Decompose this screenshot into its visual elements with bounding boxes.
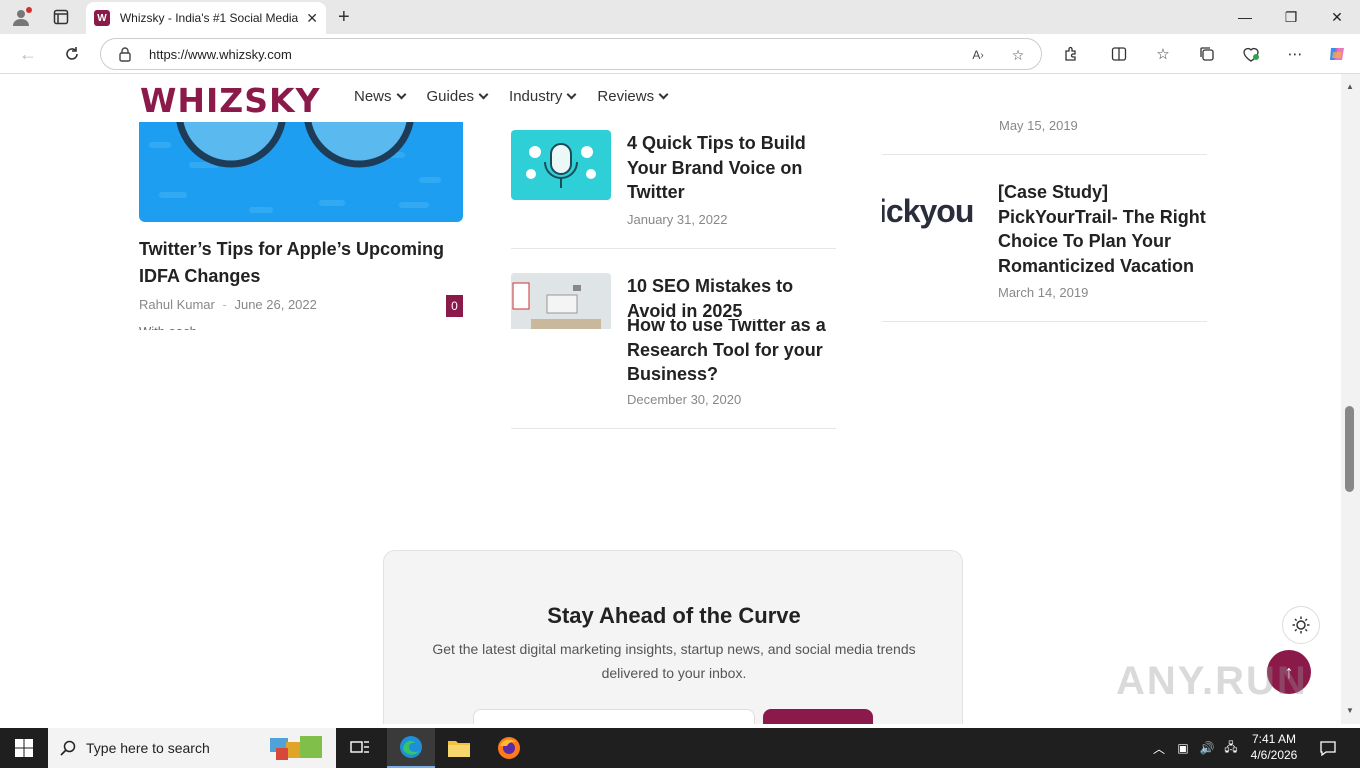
menu-item-reviews[interactable]: Reviews	[597, 88, 669, 105]
meet-now-icon[interactable]: ▣	[1174, 728, 1192, 768]
post-thumbnail[interactable]	[511, 130, 611, 200]
menu-item-news[interactable]: News	[354, 88, 406, 105]
address-bar[interactable]: https://www.whizsky.com A › ☆	[100, 38, 1042, 70]
tab-title: Whizsky - India's #1 Social Media	[119, 11, 299, 25]
site-header: WHIZSKY News Guides Industry Reviews	[4, 74, 1341, 122]
favorite-star-icon[interactable]: ☆	[1009, 46, 1027, 64]
email-field[interactable]	[473, 709, 755, 724]
list-item[interactable]: ickyou [Case Study] PickYourTrail- The R…	[882, 179, 1207, 309]
volume-icon[interactable]: 🔊	[1198, 728, 1216, 768]
read-aloud-icon[interactable]: A ›	[969, 46, 987, 64]
windows-taskbar: Type here to search ︿ ▣ 🔊 🖧 7:41 AM 4/6/…	[0, 728, 1360, 768]
browser-essentials-icon[interactable]	[1240, 43, 1262, 65]
clock-time: 7:41 AM	[1251, 732, 1297, 746]
post-date: June 26, 2022	[234, 297, 317, 312]
lock-icon[interactable]	[117, 46, 133, 62]
featured-post-excerpt: With each...	[139, 324, 459, 330]
search-placeholder: Type here to search	[86, 740, 210, 756]
address-bar-row: ← https://www.whizsky.com A › ☆ ☆ ⋯	[0, 34, 1360, 74]
search-icon	[60, 740, 76, 756]
windows-start-icon[interactable]	[0, 728, 48, 768]
menu-item-industry[interactable]: Industry	[509, 88, 577, 105]
edge-taskbar-icon[interactable]	[387, 728, 435, 768]
copilot-icon[interactable]	[1326, 43, 1348, 65]
divider	[882, 321, 1207, 322]
back-icon[interactable]: ←	[16, 42, 40, 66]
network-icon[interactable]: 🖧	[1222, 728, 1240, 768]
notifications-icon[interactable]	[1316, 728, 1340, 768]
show-hidden-icons-icon[interactable]: ︿	[1150, 728, 1168, 768]
file-explorer-icon[interactable]	[435, 728, 483, 768]
sun-icon	[1292, 616, 1310, 634]
divider	[511, 428, 836, 429]
taskbar-search[interactable]: Type here to search	[48, 728, 336, 768]
post-title[interactable]: [Case Study] PickYourTrail- The Right Ch…	[998, 180, 1208, 278]
minimize-icon[interactable]: —	[1222, 0, 1268, 34]
post-title[interactable]: 10 SEO Mistakes to Avoid in 2025	[627, 274, 836, 323]
split-screen-icon[interactable]	[1108, 43, 1130, 65]
theme-toggle-button[interactable]	[1282, 606, 1320, 644]
profile-icon[interactable]	[8, 5, 34, 29]
chevron-down-icon	[658, 89, 669, 100]
scroll-down-icon: ▼	[1346, 706, 1354, 715]
divider	[882, 154, 1207, 155]
main-menu: News Guides Industry Reviews	[354, 88, 669, 105]
page-scrollbar[interactable]: ▲ ▼	[1341, 74, 1360, 724]
chevron-down-icon	[478, 89, 489, 100]
new-tab-icon[interactable]: +	[338, 6, 350, 29]
task-view-icon[interactable]	[336, 728, 384, 768]
scrollbar-thumb[interactable]	[1345, 406, 1354, 492]
more-options-icon[interactable]: ⋯	[1284, 43, 1306, 65]
extensions-icon[interactable]	[1060, 43, 1082, 65]
tab-strip: W Whizsky - India's #1 Social Media ✕ + …	[0, 0, 1360, 34]
url-text[interactable]: https://www.whizsky.com	[149, 47, 292, 62]
clock-date: 4/6/2026	[1250, 748, 1298, 762]
search-highlight-icon[interactable]	[266, 732, 328, 764]
post-author[interactable]: Rahul Kumar	[139, 297, 215, 312]
comment-count-badge[interactable]: 0	[446, 295, 463, 317]
featured-post-image[interactable]	[139, 122, 463, 222]
newsletter-title: Stay Ahead of the Curve	[547, 603, 801, 628]
close-window-icon[interactable]: ✕	[1314, 0, 1360, 34]
favorites-icon[interactable]: ☆	[1152, 43, 1174, 65]
post-title[interactable]: How to use Twitter as a Research Tool fo…	[627, 319, 836, 387]
close-tab-icon[interactable]: ✕	[306, 10, 318, 27]
chevron-down-icon	[396, 89, 406, 100]
featured-post-title[interactable]: Twitter’s Tips for Apple’s Upcoming IDFA…	[139, 236, 459, 290]
web-page: WHIZSKY News Guides Industry Reviews Twi…	[4, 74, 1341, 724]
newsletter-subtitle: Get the latest digital marketing insight…	[432, 641, 916, 681]
tab-actions-icon[interactable]	[48, 5, 74, 29]
refresh-icon[interactable]	[60, 42, 84, 66]
menu-item-guides[interactable]: Guides	[427, 88, 489, 105]
whizsky-logo[interactable]: WHIZSKY	[140, 80, 320, 120]
scroll-up-icon: ▲	[1346, 82, 1354, 91]
restore-icon[interactable]: ❐	[1268, 0, 1314, 34]
collections-icon[interactable]	[1196, 43, 1218, 65]
post-date: May 15, 2019	[999, 118, 1078, 133]
post-title[interactable]: 4 Quick Tips to Build Your Brand Voice o…	[627, 131, 837, 205]
post-date: March 14, 2019	[998, 285, 1089, 300]
firefox-icon[interactable]	[485, 728, 533, 768]
post-date: January 31, 2022	[627, 212, 728, 227]
divider	[511, 248, 836, 249]
subscribe-button[interactable]	[763, 709, 873, 724]
chevron-down-icon	[566, 89, 577, 100]
active-tab[interactable]: W Whizsky - India's #1 Social Media ✕	[86, 2, 326, 34]
watermark: ANY.RUN	[1116, 659, 1308, 703]
system-clock[interactable]: 7:41 AM 4/6/2026	[1244, 731, 1304, 763]
post-thumbnail[interactable]: ickyou	[882, 179, 982, 249]
featured-post-meta: Rahul Kumar - June 26, 2022	[139, 297, 317, 312]
list-item[interactable]: How to use Twitter as a Research Tool fo…	[511, 319, 836, 419]
whizsky-favicon-icon: W	[94, 10, 110, 26]
list-item[interactable]: 4 Quick Tips to Build Your Brand Voice o…	[511, 130, 836, 240]
post-date: December 30, 2020	[627, 392, 742, 407]
newsletter-box: Stay Ahead of the Curve Get the latest d…	[383, 550, 963, 724]
